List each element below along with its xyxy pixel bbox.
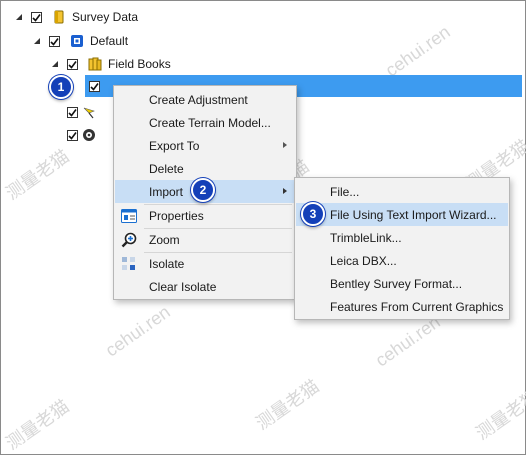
menu-item-zoom[interactable]: Zoom <box>115 228 295 251</box>
collapse-arrow-icon[interactable] <box>49 58 61 70</box>
collapse-arrow-icon[interactable] <box>31 35 43 47</box>
properties-icon <box>121 208 137 224</box>
checkbox[interactable] <box>67 129 78 141</box>
checkbox[interactable] <box>49 35 60 47</box>
submenu-item-bentley-survey-format[interactable]: Bentley Survey Format... <box>296 272 508 295</box>
import-submenu: File... File Using Text Import Wizard...… <box>294 177 510 320</box>
menu-item-delete[interactable]: Delete <box>115 157 295 180</box>
watermark: 测量老猫 <box>2 395 73 454</box>
tree-label: Field Books <box>108 57 171 71</box>
survey-tree-panel: 测量老猫 cehui.ren 测量老猫 测量老猫 测量老猫 cehui.ren … <box>0 0 526 455</box>
watermark: 测量老猫 <box>252 375 323 434</box>
watermark: cehui.ren <box>371 311 444 371</box>
tree-row-field-books[interactable]: Field Books <box>49 53 171 75</box>
menu-item-isolate[interactable]: Isolate <box>115 252 295 275</box>
watermark: cehui.ren <box>101 301 174 361</box>
tree-row-default[interactable]: Default <box>31 30 128 52</box>
menu-item-create-adjustment[interactable]: Create Adjustment <box>115 88 295 111</box>
control-point-icon <box>82 128 96 142</box>
submenu-arrow-icon <box>283 142 287 148</box>
menu-item-properties[interactable]: Properties <box>115 204 295 227</box>
checkbox[interactable] <box>67 106 78 118</box>
menu-item-clear-isolate[interactable]: Clear Isolate <box>115 275 295 298</box>
survey-data-icon <box>52 10 66 24</box>
isolate-icon <box>121 256 137 272</box>
tree-row-item[interactable] <box>67 124 102 146</box>
checkbox[interactable] <box>89 80 100 92</box>
tree-row-field-book[interactable] <box>89 75 106 97</box>
submenu-item-file-text-import-wizard[interactable]: File Using Text Import Wizard... <box>296 203 508 226</box>
step-badge-1: 1 <box>49 75 73 99</box>
default-folder-icon <box>70 34 84 48</box>
tree-label: Survey Data <box>72 10 139 24</box>
submenu-item-leica-dbx[interactable]: Leica DBX... <box>296 249 508 272</box>
menu-item-export-to[interactable]: Export To <box>115 134 295 157</box>
tree-row-item[interactable] <box>67 101 102 123</box>
submenu-item-features-from-graphics[interactable]: Features From Current Graphics <box>296 295 508 318</box>
survey-point-icon <box>82 105 96 119</box>
watermark: cehui.ren <box>381 21 454 81</box>
menu-item-create-terrain-model[interactable]: Create Terrain Model... <box>115 111 295 134</box>
step-badge-3: 3 <box>301 202 325 226</box>
watermark: 测量老猫 <box>472 385 526 444</box>
tree-row-survey-data[interactable]: Survey Data <box>13 6 138 28</box>
tree-label: Default <box>90 34 129 48</box>
submenu-item-file[interactable]: File... <box>296 180 508 203</box>
submenu-arrow-icon <box>283 188 287 194</box>
field-books-icon <box>88 57 102 71</box>
checkbox[interactable] <box>31 11 42 23</box>
zoom-icon <box>121 232 137 248</box>
submenu-item-trimblelink[interactable]: TrimbleLink... <box>296 226 508 249</box>
step-badge-2: 2 <box>191 178 215 202</box>
collapse-arrow-icon[interactable] <box>13 11 25 23</box>
watermark: 测量老猫 <box>2 145 73 204</box>
checkbox[interactable] <box>67 58 78 70</box>
